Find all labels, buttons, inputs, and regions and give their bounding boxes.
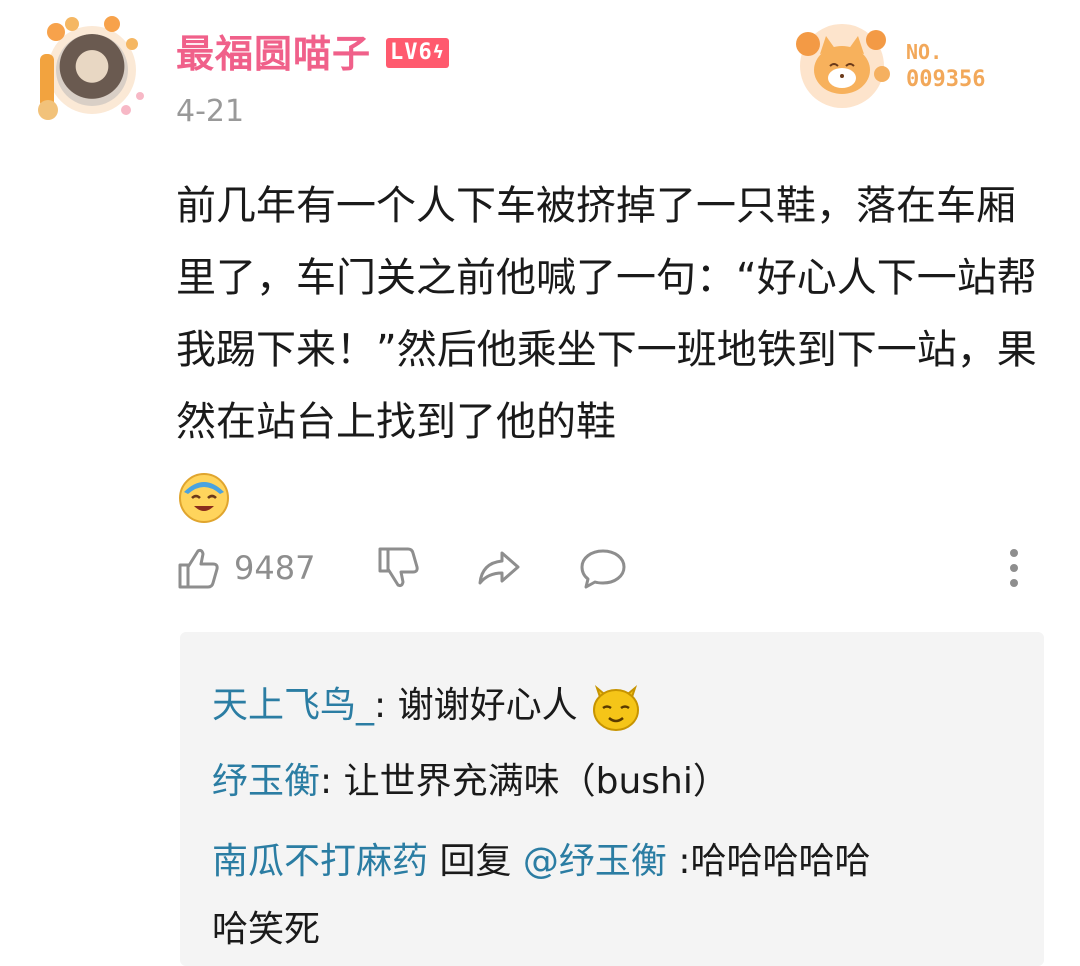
more-button[interactable]: [1002, 540, 1026, 596]
like-count: 9487: [234, 549, 316, 587]
reply-text: 谢谢好心人: [397, 685, 578, 726]
more-icon: [1010, 549, 1018, 587]
replies-panel[interactable]: 天上飞鸟_: 谢谢好心人 纾玉衡: 让世界充满味（bushi） 南瓜不打麻药 回…: [180, 632, 1044, 966]
bolt-icon: ϟ: [432, 42, 445, 63]
reply-text: 让世界充满味（bushi）: [343, 761, 729, 802]
reply-separator: :: [374, 685, 398, 726]
fan-badge[interactable]: NO. 009356: [786, 14, 1016, 110]
action-bar: 9487: [176, 540, 1046, 596]
dislike-button[interactable]: [376, 540, 422, 596]
laughing-emoji-icon: [179, 473, 229, 523]
cat-emoji-icon: [593, 684, 640, 731]
avatar[interactable]: [36, 14, 148, 126]
fan-number: NO. 009356: [906, 38, 985, 94]
reply-username[interactable]: 纾玉衡: [212, 761, 320, 802]
cat-badge-icon: [796, 24, 890, 108]
share-button[interactable]: [476, 540, 524, 596]
reply-text-continued: 哈笑死: [212, 909, 321, 950]
fan-number-label: NO.: [906, 40, 943, 64]
post-date: 4-21: [176, 94, 245, 129]
reply-mention[interactable]: @纾玉衡: [523, 841, 667, 882]
like-icon: [178, 548, 219, 589]
post-body-text: 前几年有一个人下车被挤掉了一只鞋，落在车厢里了，车门关之前他喊了一句：“好心人下…: [176, 183, 1037, 445]
reply-separator: :: [320, 761, 344, 802]
reply-item[interactable]: 纾玉衡: 让世界充满味（bushi）: [212, 748, 1012, 816]
avatar-photo: [56, 34, 128, 106]
reply-item[interactable]: 南瓜不打麻药 回复 @纾玉衡 :哈哈哈哈哈哈笑死: [212, 828, 1012, 964]
level-badge-text: LV6: [390, 40, 433, 65]
dislike-icon: [378, 547, 419, 588]
comment-button[interactable]: [578, 540, 628, 596]
reply-word: 回复: [428, 841, 523, 882]
reply-text: 哈哈哈哈哈: [690, 841, 871, 882]
like-button[interactable]: 9487: [176, 540, 315, 596]
share-icon: [478, 551, 520, 585]
reply-username[interactable]: 天上飞鸟_: [212, 685, 374, 726]
post-body: 前几年有一个人下车被挤掉了一只鞋，落在车厢里了，车门关之前他喊了一句：“好心人下…: [176, 170, 1046, 530]
level-badge: LV6ϟ: [386, 38, 449, 68]
username[interactable]: 最福圆喵子: [176, 30, 371, 78]
reply-separator: :: [666, 841, 691, 882]
reply-username[interactable]: 南瓜不打麻药: [212, 841, 428, 882]
fan-number-value: 009356: [906, 67, 986, 92]
reply-item[interactable]: 天上飞鸟_: 谢谢好心人: [212, 672, 1012, 740]
comment-icon: [580, 549, 626, 589]
